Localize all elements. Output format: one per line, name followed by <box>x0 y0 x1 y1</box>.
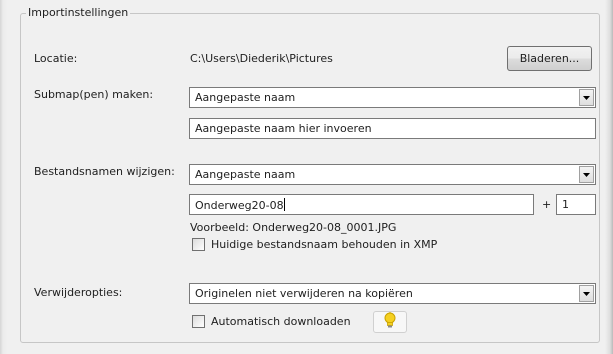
window-edge-right <box>605 0 613 354</box>
chevron-down-icon[interactable] <box>579 285 594 302</box>
subfolder-select[interactable]: Aangepaste naam <box>189 87 596 108</box>
subfolder-select-value: Aangepaste naam <box>195 91 296 104</box>
chevron-down-icon[interactable] <box>579 166 594 183</box>
auto-download-checkbox[interactable] <box>192 315 205 328</box>
rename-example: Voorbeeld: Onderweg20-08_0001.JPG <box>190 221 397 234</box>
rename-label: Bestandsnamen wijzigen: <box>34 165 175 178</box>
keep-xmp-checkbox[interactable] <box>192 238 205 251</box>
delete-options-select-value: Originelen niet verwijderen na kopiëren <box>195 287 413 300</box>
text-caret <box>283 198 285 211</box>
location-label: Locatie: <box>34 52 78 65</box>
group-title: Importinstellingen <box>26 6 131 20</box>
counter-start-value: 1 <box>562 198 569 211</box>
rename-select[interactable]: Aangepaste naam <box>189 164 596 185</box>
location-path: C:\Users\Diederik\Pictures <box>190 52 333 65</box>
subfolder-label: Submap(pen) maken: <box>34 88 154 101</box>
browse-button[interactable]: Bladeren... <box>507 46 592 71</box>
lightbulb-icon <box>383 312 397 332</box>
subfolder-custom-name-value: Aangepaste naam hier invoeren <box>195 122 372 135</box>
delete-options-select[interactable]: Originelen niet verwijderen na kopiëren <box>189 283 596 304</box>
plus-sign: + <box>542 198 552 211</box>
chevron-down-icon[interactable] <box>579 89 594 106</box>
auto-download-label[interactable]: Automatisch downloaden <box>211 315 351 329</box>
hint-button[interactable] <box>373 311 407 333</box>
keep-xmp-label[interactable]: Huidige bestandsnaam behouden in XMP <box>211 238 437 252</box>
rename-name-value: Onderweg20-08 <box>195 198 285 212</box>
delete-options-label: Verwijderopties: <box>34 286 123 299</box>
rename-select-value: Aangepaste naam <box>195 168 296 181</box>
window-edge-left <box>0 0 8 354</box>
counter-start-input[interactable]: 1 <box>556 194 596 215</box>
subfolder-custom-name-input[interactable]: Aangepaste naam hier invoeren <box>189 118 596 139</box>
rename-name-input[interactable]: Onderweg20-08 <box>189 194 534 215</box>
